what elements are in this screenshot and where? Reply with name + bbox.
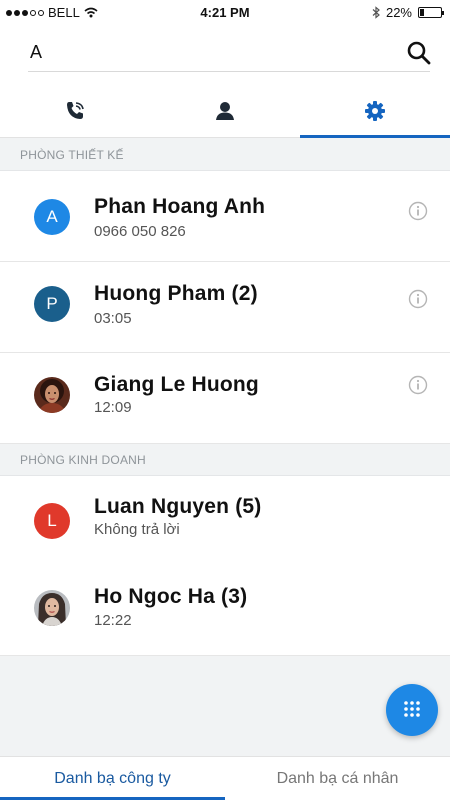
contact-name: Luan Nguyen (5) xyxy=(94,495,262,518)
avatar-letter: A xyxy=(46,207,58,226)
info-icon[interactable] xyxy=(408,201,428,221)
contact-name: Phan Hoang Anh xyxy=(94,195,266,218)
battery-fill xyxy=(420,9,425,16)
tab-contacts[interactable] xyxy=(150,84,300,137)
person-icon xyxy=(216,101,234,120)
avatar: A xyxy=(34,199,70,235)
avatar: P xyxy=(34,286,70,322)
avatar-letter: P xyxy=(46,294,58,313)
contact-detail: 03:05 xyxy=(94,310,132,327)
dialpad-icon xyxy=(404,701,420,717)
search-input[interactable]: A xyxy=(30,42,42,63)
info-icon[interactable] xyxy=(408,375,428,395)
contact-detail: 0966 050 826 xyxy=(94,223,186,240)
dialpad-button[interactable] xyxy=(386,684,438,736)
tab-settings[interactable] xyxy=(300,84,450,138)
portrait-image xyxy=(34,590,70,626)
phone-call-icon xyxy=(67,101,84,119)
battery-icon xyxy=(418,7,444,18)
tab-personal-directory[interactable]: Danh bạ cá nhân xyxy=(225,757,450,800)
tab-calls[interactable] xyxy=(0,84,150,137)
search-underline xyxy=(28,71,430,72)
avatar-photo xyxy=(34,590,70,626)
avatar-letter: L xyxy=(47,511,57,530)
contact-name: Giang Le Huong xyxy=(94,373,259,396)
avatar: L xyxy=(34,503,70,539)
contact-detail: 12:09 xyxy=(94,399,132,416)
contact-name: Ho Ngoc Ha (3) xyxy=(94,585,248,608)
contact-row[interactable]: A Phan Hoang Anh 0966 050 826 xyxy=(0,171,450,262)
contact-detail: Không trả lời xyxy=(94,521,180,538)
avatar-photo xyxy=(34,377,70,413)
contact-row[interactable]: P Huong Pham (2) 03:05 xyxy=(0,262,450,353)
bluetooth-icon xyxy=(372,6,380,19)
search-bar: A xyxy=(0,24,450,84)
bottom-nav: Danh bạ công ty Danh bạ cá nhân xyxy=(0,756,450,800)
battery-percent: 22% xyxy=(385,5,412,20)
contact-row[interactable]: L Luan Nguyen (5) Không trả lời xyxy=(0,476,450,567)
info-icon[interactable] xyxy=(408,289,428,309)
contact-name: Huong Pham (2) xyxy=(94,282,258,305)
status-right: 22% xyxy=(372,5,444,20)
portrait-image xyxy=(34,377,70,413)
gear-icon xyxy=(365,100,385,121)
status-bar: BELL 4:21 PM 22% xyxy=(0,0,450,24)
section-header: PHÒNG THIẾT KẾ xyxy=(0,139,450,171)
contact-row[interactable]: Giang Le Huong 12:09 xyxy=(0,353,450,444)
tab-bar xyxy=(0,84,450,138)
section-header: PHÒNG KINH DOANH xyxy=(0,444,450,476)
search-icon[interactable] xyxy=(406,40,432,66)
tab-company-directory[interactable]: Danh bạ công ty xyxy=(0,757,225,800)
contact-detail: 12:22 xyxy=(94,612,132,629)
contact-row[interactable]: Ho Ngoc Ha (3) 12:22 xyxy=(0,565,450,656)
